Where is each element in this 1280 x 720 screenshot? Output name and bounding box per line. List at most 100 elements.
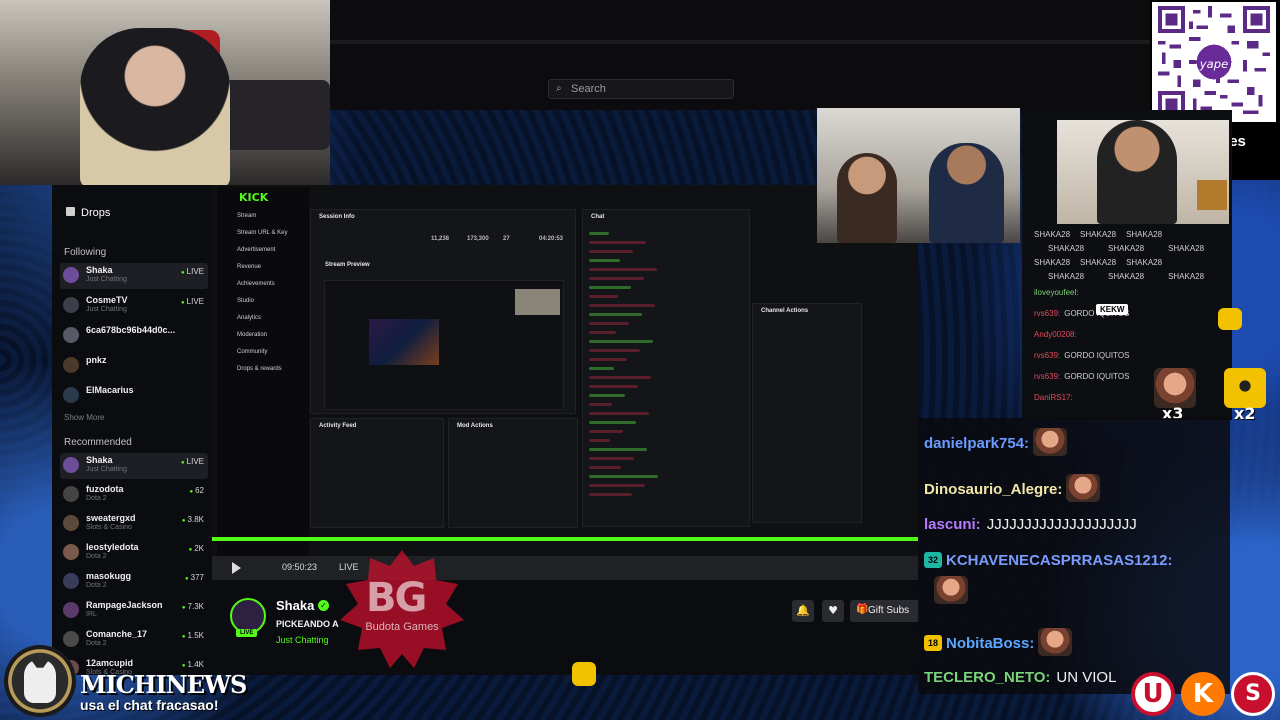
chat-username[interactable]: rvs639: (1034, 351, 1060, 360)
sidebar-channel[interactable]: ShakaJust Chatting LIVE (60, 263, 208, 289)
avatar (63, 573, 79, 589)
sidebar-channel[interactable]: Comanche_17Dota 2 1.5K (60, 627, 208, 653)
chat-username[interactable]: iloveyoufeel: (1034, 288, 1078, 297)
lamp (1197, 180, 1227, 210)
chat-username[interactable]: lascuni: (924, 516, 981, 533)
dashboard-nav-item[interactable]: Drops & rewards (237, 366, 282, 372)
channel-name[interactable]: Shaka (276, 598, 314, 613)
dashboard-nav-item[interactable]: Stream (237, 213, 256, 219)
dashboard-nav-item[interactable]: Moderation (237, 332, 267, 338)
chat-text: UN VIOL (1056, 669, 1117, 686)
sub-badge: 32 (924, 552, 942, 568)
dashboard-nav-item[interactable]: Revenue (237, 264, 261, 270)
chat-username[interactable]: rvs639: (1034, 372, 1060, 381)
chat-emote (934, 576, 968, 604)
chat-message: lascuni: JJJJJJJJJJJJJJJJJJJJ (924, 516, 1137, 533)
chat-line (589, 349, 640, 352)
notification-bell-icon[interactable]: 🔔 (792, 600, 814, 622)
player-controls: 09:50:23 LIVE (212, 556, 918, 580)
chat-username[interactable]: NobitaBoss: (946, 635, 1034, 652)
sidebar-channel[interactable]: leostyledotaDota 2 2K (60, 540, 208, 566)
video-progress-bar[interactable] (212, 537, 918, 541)
spam-word: SHAKA28 (1126, 258, 1163, 267)
chat-line (589, 385, 638, 388)
michinews-title: MICHINEWS (80, 670, 247, 699)
guest-webcam (1057, 120, 1229, 224)
sidebar-channel[interactable]: fuzodotaDota 2 62 (60, 482, 208, 508)
viewer-count: 2K (189, 544, 204, 553)
channel-category: Just Chatting (86, 276, 127, 283)
streamer-webcam (0, 0, 330, 185)
chat-line (589, 304, 655, 307)
dashboard-nav-item[interactable]: Studio (237, 298, 254, 304)
preview-webcam (515, 289, 560, 315)
sidebar-channel[interactable]: sweatergxdSlots & Casino 3.8K (60, 511, 208, 537)
avatar (63, 457, 79, 473)
watermark-letters: BG (366, 575, 427, 621)
viewer-count: 377 (185, 573, 204, 582)
search-placeholder: Search (571, 83, 606, 95)
stream-category[interactable]: Just Chatting (276, 635, 329, 645)
dashboard-nav-item[interactable]: Achievements (237, 281, 275, 287)
channel-actions-panel: Channel Actions (752, 303, 862, 523)
streamer (80, 28, 230, 185)
spam-line: SHAKA28 SHAKA28 SHAKA28 (1034, 242, 1234, 256)
sidebar-channel[interactable]: RampageJacksonIRL 7.3K (60, 598, 208, 624)
spam-word: SHAKA28 (1168, 272, 1205, 281)
chat-username[interactable]: danielpark754: (924, 435, 1029, 452)
search-input[interactable]: ⌕ Search (548, 79, 734, 99)
spam-word: SHAKA28 (1126, 230, 1163, 239)
spam-word: SHAKA28 (1048, 244, 1085, 253)
emote-floating (572, 662, 596, 686)
avatar (63, 267, 79, 283)
chat-username[interactable]: TECLERO_NETO: (924, 669, 1050, 686)
sidebar-channel[interactable]: masokuggDota 2 377 (60, 569, 208, 595)
chat-username[interactable]: Andy00208: (1034, 330, 1077, 339)
chat-username[interactable]: KCHAVENECASPRRASAS1212: (946, 552, 1172, 569)
channel-name: sweatergxd (86, 513, 136, 523)
chat-username[interactable]: rvs639: (1034, 309, 1060, 318)
avatar (63, 631, 79, 647)
channel-actions-title: Channel Actions (761, 308, 809, 314)
dashboard-nav-item[interactable]: Stream URL & Key (237, 230, 287, 236)
channel-category: Dota 2 (86, 495, 107, 502)
spam-word: SHAKA28 (1108, 244, 1145, 253)
sidebar-channel[interactable]: ElMacarius (60, 383, 208, 409)
follow-heart-icon[interactable]: ♥ (822, 600, 844, 622)
following-heading: Following (64, 247, 107, 258)
play-button[interactable] (232, 562, 241, 574)
channel-name: Comanche_17 (86, 629, 148, 639)
spam-word: SHAKA28 (1048, 272, 1085, 281)
chat-line (589, 466, 621, 469)
chat-line (589, 295, 618, 298)
sidebar-channel[interactable]: pnkz (60, 353, 208, 379)
kick-creator-dashboard: KICK Stream Stream URL & Key Advertisement… (212, 185, 918, 580)
universitario-logo: U (1131, 672, 1175, 716)
show-more-link[interactable]: Show More (64, 413, 104, 422)
viewer-count: LIVE (181, 297, 204, 306)
sidebar-channel[interactable]: 6ca678bc96b44d0c... (60, 323, 208, 349)
chat-line (589, 475, 658, 478)
session-info-title: Session Info (319, 214, 355, 220)
chat-username[interactable]: DaniRS17: (1034, 393, 1073, 402)
channel-name: fuzodota (86, 484, 124, 494)
dashboard-nav-item[interactable]: Community (237, 349, 267, 355)
chat-line (589, 331, 616, 334)
mod-actions-title: Mod Actions (457, 423, 493, 429)
gift-subs-button[interactable]: 🎁 Gift Subs (850, 600, 920, 622)
sidebar-channel[interactable]: ShakaJust Chatting LIVE (60, 453, 208, 479)
channel-category: Dota 2 (86, 553, 107, 560)
sidebar-channel[interactable]: CosmeTVJust Chatting LIVE (60, 293, 208, 319)
preview-video (369, 319, 439, 365)
yape-qr-code: yape (1152, 2, 1276, 122)
chat-emote (1038, 628, 1073, 656)
dashboard-nav-item[interactable]: Analytics (237, 315, 261, 321)
gift-subs-label: Gift Subs (868, 605, 910, 616)
dashboard-nav-item[interactable]: Advertisement (237, 247, 275, 253)
channel-name: masokugg (86, 571, 132, 581)
session-stat: 04:20:53 (539, 236, 564, 242)
chat-username[interactable]: Dinosaurio_Alegre: (924, 481, 1062, 498)
chat-emote (1033, 428, 1068, 456)
browser-chrome (330, 0, 1150, 110)
sidebar-item-drops[interactable]: Drops (66, 207, 110, 219)
